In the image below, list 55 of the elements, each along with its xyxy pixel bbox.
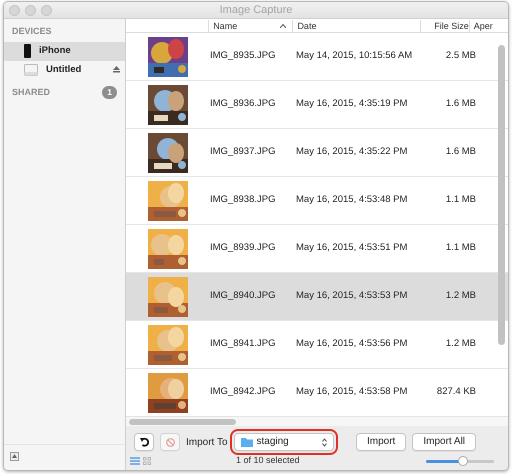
file-date: May 16, 2015, 4:53:58 PM	[296, 385, 408, 400]
sidebar-item[interactable]: Untitled	[4, 60, 125, 80]
file-name: IMG_8936.JPG	[210, 97, 276, 112]
file-name: IMG_8940.JPG	[210, 289, 276, 304]
delete-icon	[166, 438, 174, 446]
horizontal-scrollbar[interactable]	[126, 416, 508, 426]
selection-count: 1 of 10 selected	[236, 454, 300, 468]
file-date: May 16, 2015, 4:53:56 PM	[296, 337, 408, 352]
list-view-icon[interactable]	[130, 457, 140, 465]
file-size: 827.4 KB	[436, 385, 476, 400]
count-badge: 1	[102, 86, 117, 99]
import-to-label: Import To	[186, 436, 228, 450]
file-name: IMG_8938.JPG	[210, 193, 276, 208]
file-size: 1.1 MB	[444, 241, 476, 256]
close-button[interactable]	[9, 4, 20, 16]
zoom-button[interactable]	[41, 4, 52, 16]
import-button[interactable]: Import All	[412, 433, 476, 451]
section-heading: DEVICES	[12, 25, 52, 38]
slider-thumb[interactable]	[458, 456, 468, 466]
file-name: IMG_8939.JPG	[210, 241, 276, 256]
sidebar-item[interactable]: iPhone	[4, 42, 125, 60]
rotate-left-icon	[140, 437, 148, 447]
file-name: IMG_8935.JPG	[210, 49, 276, 64]
column-header[interactable]: Date	[292, 20, 420, 32]
table-row[interactable]: IMG_8940.JPG May 16, 2015, 4:53:53 PM 1.2 MB	[126, 273, 508, 321]
vertical-scrollbar[interactable]	[498, 45, 505, 345]
file-date: May 16, 2015, 4:53:53 PM	[296, 289, 408, 304]
column-header[interactable]: Aper	[468, 20, 508, 32]
column-header[interactable]: File Size	[420, 20, 469, 32]
table-row[interactable]: IMG_8941.JPG May 16, 2015, 4:53:56 PM 1.2 MB	[126, 321, 508, 369]
rotate-button[interactable]	[134, 433, 154, 451]
file-size: 1.1 MB	[444, 193, 476, 208]
file-date: May 16, 2015, 4:35:19 PM	[296, 97, 408, 112]
file-name: IMG_8937.JPG	[210, 145, 276, 160]
file-size: 1.6 MB	[444, 145, 476, 160]
file-date: May 16, 2015, 4:35:22 PM	[296, 145, 408, 160]
phone-icon	[24, 44, 31, 58]
grid-view-icon[interactable]	[142, 457, 150, 465]
file-size: 1.6 MB	[444, 97, 476, 112]
section-heading: SHARED	[12, 86, 50, 98]
eject-icon[interactable]	[113, 66, 120, 73]
file-size: 1.2 MB	[444, 337, 476, 352]
window-title: Image Capture	[218, 2, 294, 18]
file-date: May 16, 2015, 4:53:51 PM	[296, 241, 408, 256]
column-header[interactable]: Name	[208, 20, 292, 32]
file-date: May 16, 2015, 4:53:48 PM	[296, 193, 408, 208]
file-date: May 14, 2015, 10:15:56 AM	[296, 49, 414, 64]
folder-icon	[240, 437, 252, 447]
file-size: 2.5 MB	[444, 49, 476, 64]
updown-icon	[322, 438, 326, 446]
file-name: IMG_8941.JPG	[210, 337, 276, 352]
import-button[interactable]: Import	[356, 433, 406, 451]
file-size: 1.2 MB	[444, 289, 476, 304]
minimize-button[interactable]	[25, 4, 36, 16]
file-name: IMG_8942.JPG	[210, 385, 276, 400]
